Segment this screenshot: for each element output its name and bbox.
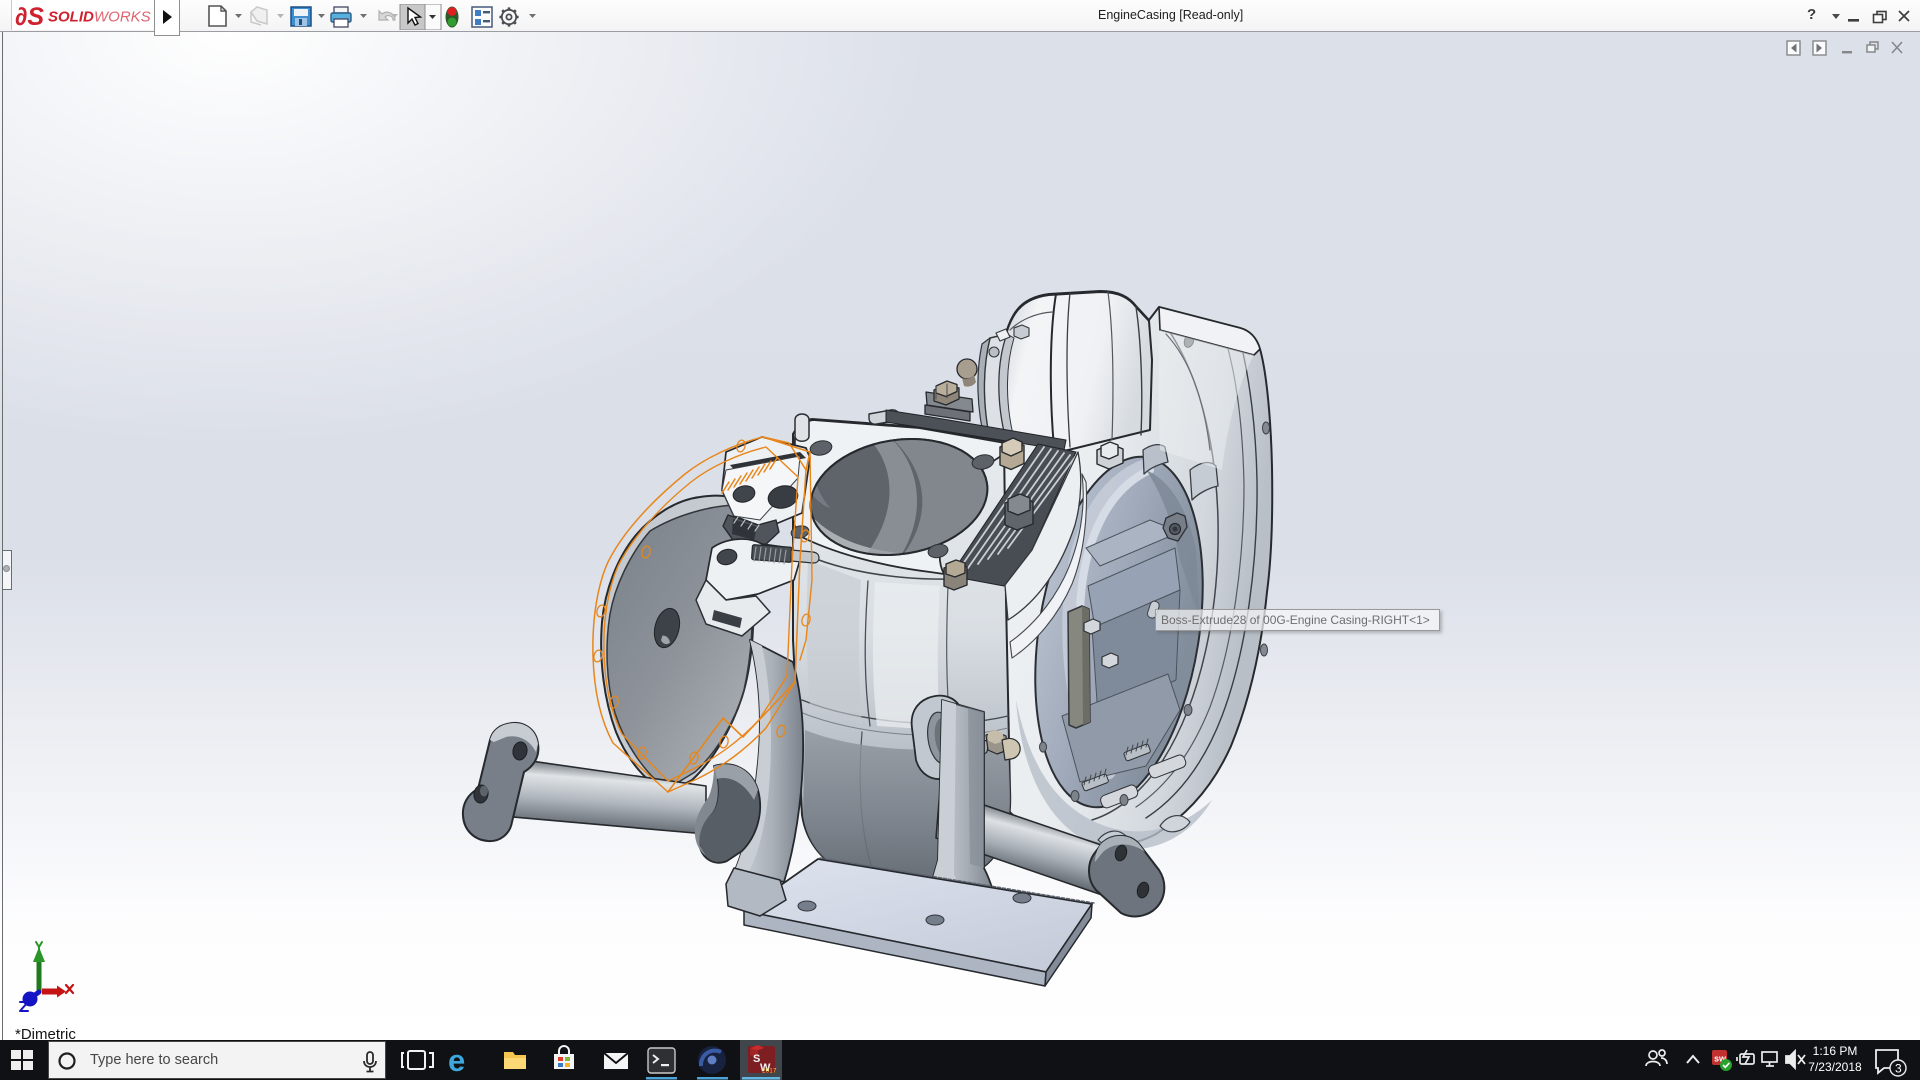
svg-text:SOLID: SOLID	[48, 9, 94, 26]
svg-text:3: 3	[1895, 1062, 1902, 1076]
svg-text:WORKS: WORKS	[94, 9, 151, 26]
svg-text:2017: 2017	[762, 1068, 777, 1075]
svg-text:∂S: ∂S	[15, 3, 44, 30]
svg-text:e: e	[448, 1043, 465, 1078]
